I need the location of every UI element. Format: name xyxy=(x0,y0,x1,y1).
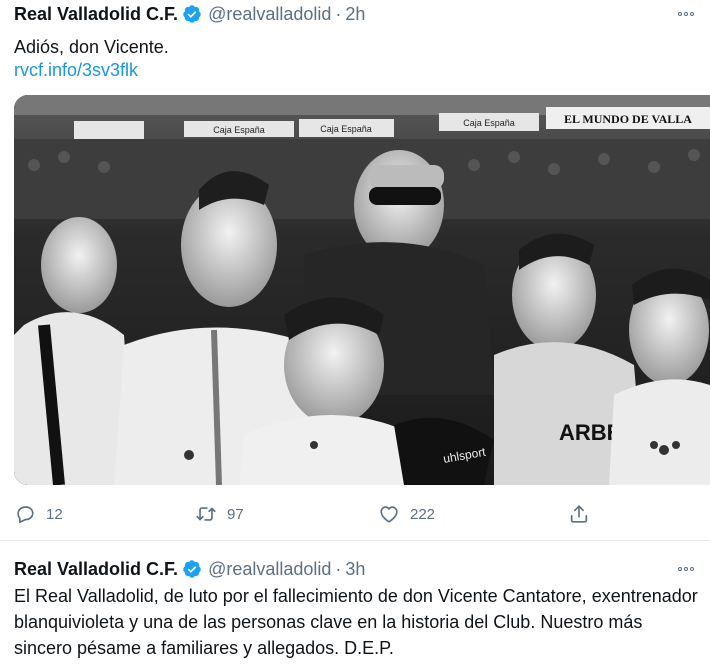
separator-dot: · xyxy=(335,558,342,579)
photo-image: Caja España Caja España Caja España EL M… xyxy=(14,95,710,485)
banner-text: EL MUNDO DE VALLA xyxy=(564,112,692,126)
author-name[interactable]: Real Valladolid C.F. xyxy=(14,4,178,25)
tweet[interactable]: Real Valladolid C.F. @realvalladolid · 2… xyxy=(0,0,710,541)
share-button[interactable] xyxy=(568,498,590,530)
tweet-header: Real Valladolid C.F. @realvalladolid · 2… xyxy=(14,2,365,26)
tweet-header: Real Valladolid C.F. @realvalladolid · 3… xyxy=(14,557,365,581)
like-button[interactable]: 222 xyxy=(378,498,435,530)
like-count: 222 xyxy=(410,505,436,523)
retweet-button[interactable]: 97 xyxy=(195,498,244,530)
retweet-icon xyxy=(196,507,216,521)
retweet-count: 97 xyxy=(227,505,244,523)
tweet-photo[interactable]: Caja España Caja España Caja España EL M… xyxy=(14,95,710,485)
share-icon xyxy=(570,505,588,523)
tweet[interactable]: Real Valladolid C.F. @realvalladolid · 3… xyxy=(0,542,710,669)
tweet-text: El Real Valladolid, de luto por el falle… xyxy=(14,586,698,658)
like-icon xyxy=(380,506,398,523)
tweet-time[interactable]: 3h xyxy=(345,559,365,580)
author-name[interactable]: Real Valladolid C.F. xyxy=(14,559,178,580)
reply-count: 12 xyxy=(46,505,63,523)
tweet-divider xyxy=(0,540,710,541)
tweet-time[interactable]: 2h xyxy=(345,4,365,25)
banner-text: Caja España xyxy=(463,118,515,128)
banner-text: Caja España xyxy=(213,125,265,135)
tweet-link[interactable]: rvcf.info/3sv3flk xyxy=(14,58,138,82)
tweet-actions: 12 97 222 xyxy=(0,498,710,530)
verified-badge-icon xyxy=(183,5,201,23)
author-handle[interactable]: @realvalladolid xyxy=(208,4,331,25)
tweet-text: Adiós, don Vicente. xyxy=(14,37,169,57)
author-handle[interactable]: @realvalladolid xyxy=(208,559,331,580)
reply-icon xyxy=(17,506,34,524)
verified-badge-icon xyxy=(183,560,201,578)
reply-button[interactable]: 12 xyxy=(14,498,63,530)
banner-text: Caja España xyxy=(320,124,372,134)
more-icon[interactable] xyxy=(674,559,698,579)
more-icon[interactable] xyxy=(674,4,698,24)
separator-dot: · xyxy=(335,3,342,24)
